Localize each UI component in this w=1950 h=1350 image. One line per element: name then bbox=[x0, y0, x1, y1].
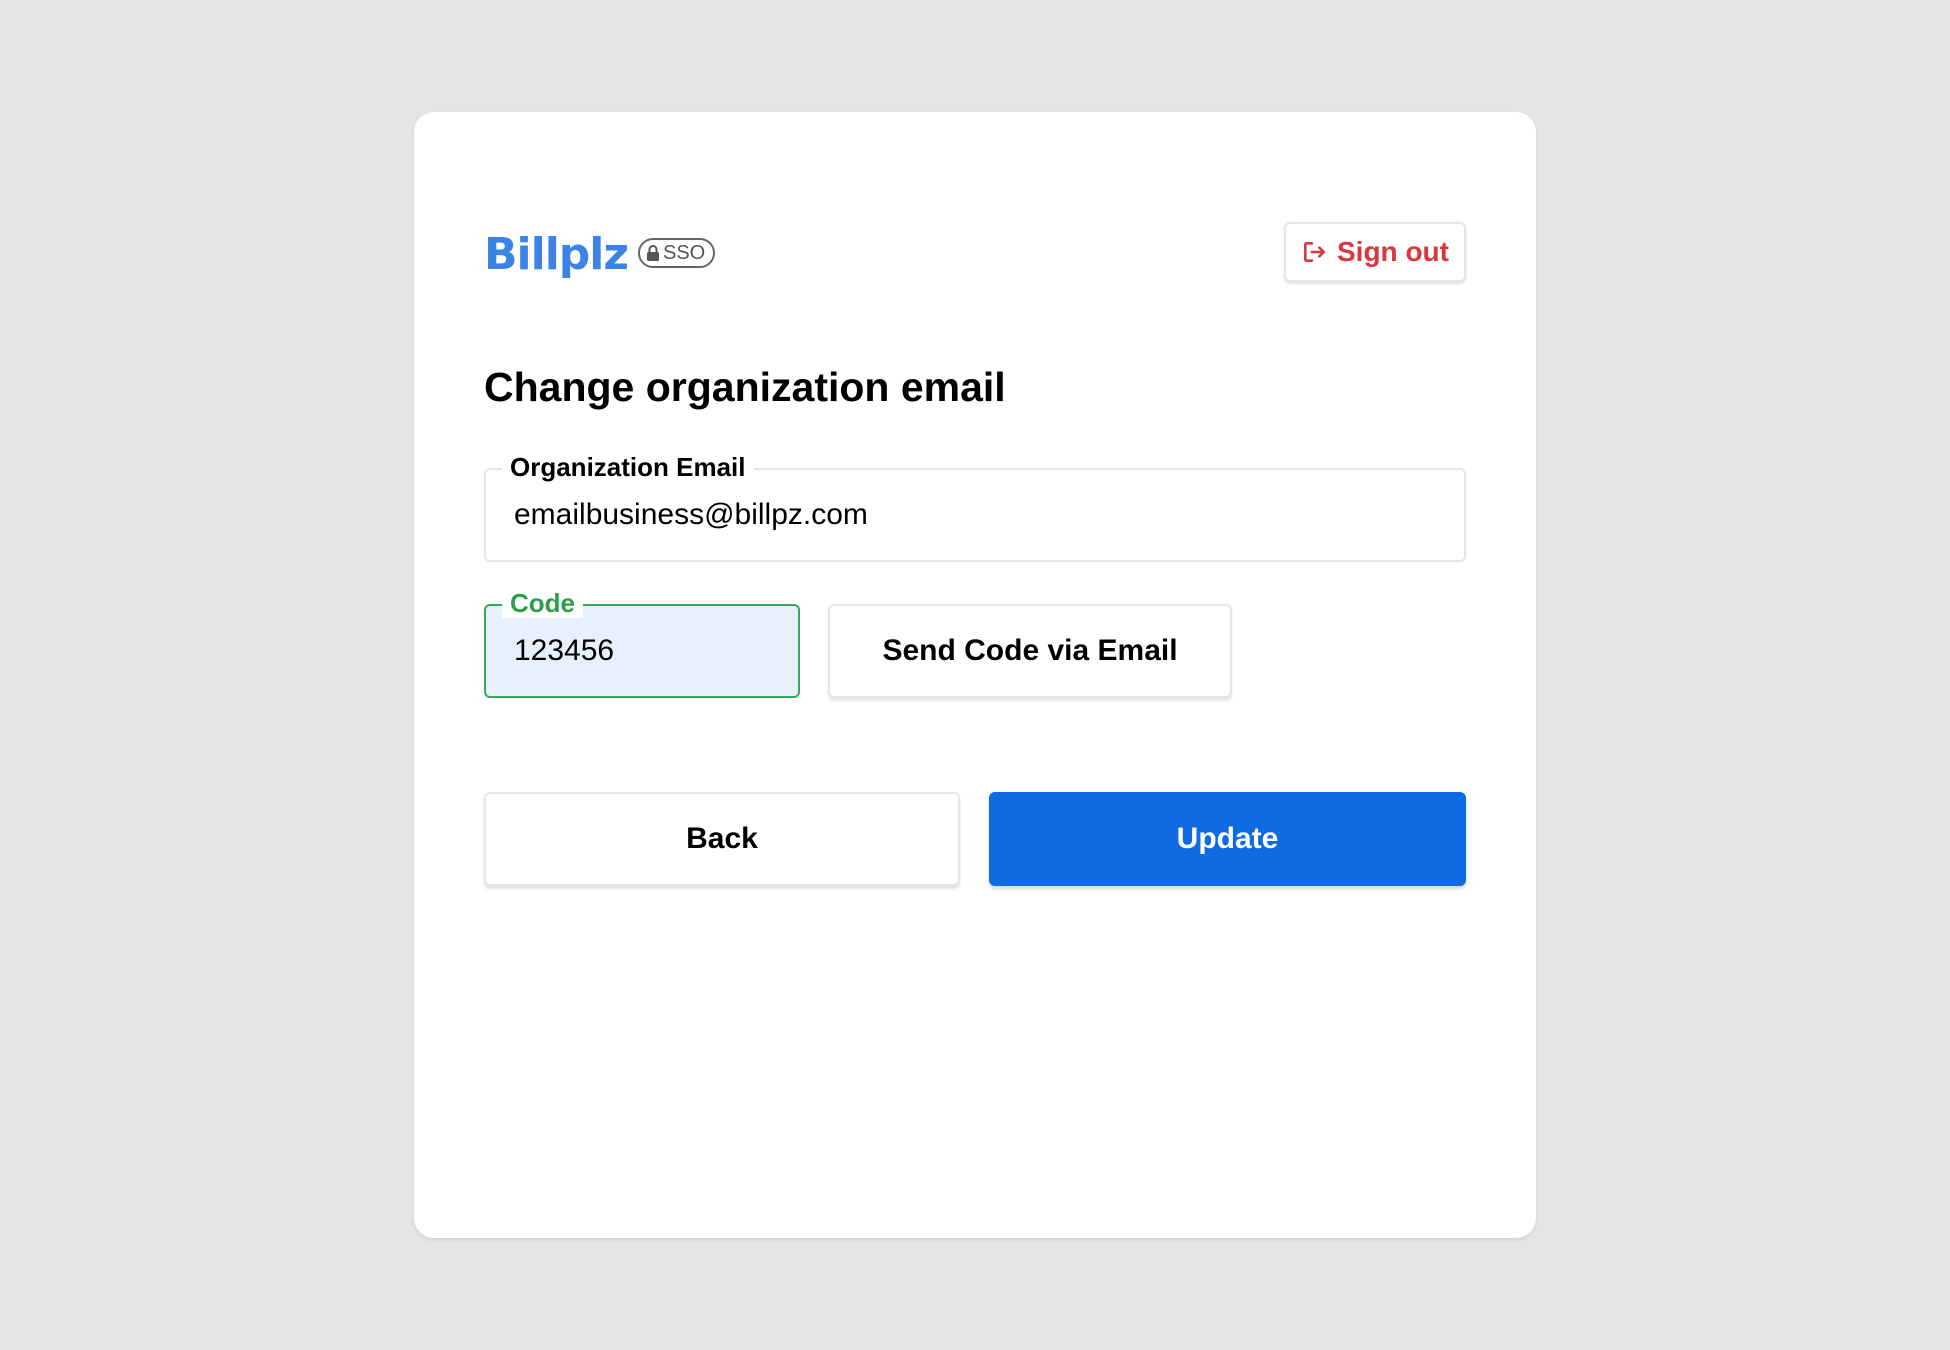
card-header: Billplz SSO Sign out bbox=[484, 222, 1466, 286]
update-button[interactable]: Update bbox=[989, 792, 1466, 886]
lock-icon bbox=[646, 245, 659, 261]
change-email-card: Billplz SSO Sign out Change organization… bbox=[414, 112, 1536, 1238]
sign-out-icon bbox=[1304, 242, 1326, 262]
send-code-button[interactable]: Send Code via Email bbox=[828, 604, 1232, 698]
sso-badge: SSO bbox=[637, 238, 716, 268]
sign-out-button[interactable]: Sign out bbox=[1284, 222, 1466, 282]
sso-badge-label: SSO bbox=[662, 242, 706, 264]
code-field[interactable]: Code bbox=[484, 588, 800, 698]
organization-email-field[interactable]: Organization Email bbox=[484, 452, 1466, 562]
back-button[interactable]: Back bbox=[484, 792, 960, 886]
sign-out-label: Sign out bbox=[1337, 236, 1449, 267]
brand-name: Billplz bbox=[484, 229, 629, 280]
code-input[interactable] bbox=[514, 606, 770, 696]
billplz-sso-logo: Billplz SSO bbox=[484, 229, 716, 280]
organization-email-input[interactable] bbox=[514, 470, 1436, 560]
page-title: Change organization email bbox=[484, 364, 1006, 410]
